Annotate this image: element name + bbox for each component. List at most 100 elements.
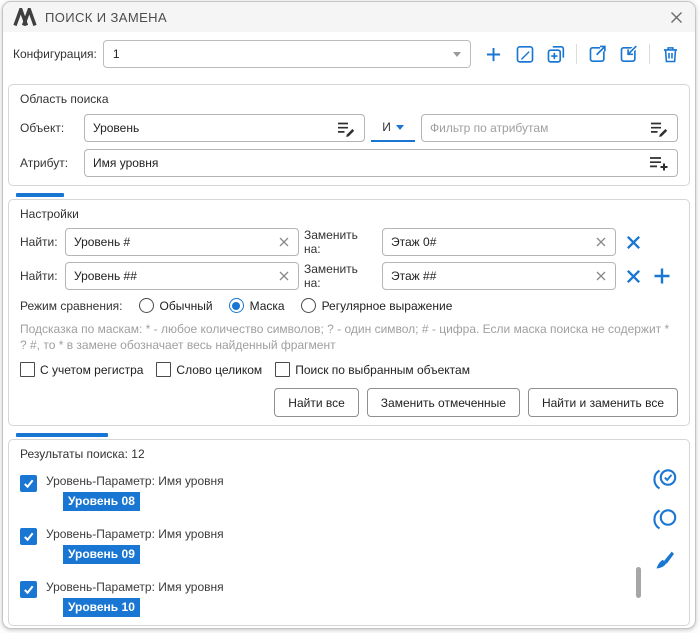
edit-configuration-icon[interactable]	[512, 42, 537, 67]
find-field[interactable]	[65, 262, 299, 290]
find-replace-row: Найти: Заменить на:	[20, 228, 678, 256]
replace-field[interactable]	[382, 262, 616, 290]
add-row-icon[interactable]	[650, 264, 674, 288]
checkbox-icon	[275, 362, 290, 377]
logic-operator-value: И	[382, 120, 391, 134]
checkbox-selected-objects[interactable]: Поиск по выбранным объектам	[275, 362, 470, 377]
results-title-label: Результаты поиска:	[20, 447, 128, 461]
chevron-down-icon	[396, 125, 404, 130]
results-scrollbar-thumb[interactable]	[636, 567, 641, 598]
options-row: С учетом регистра Слово целиком Поиск по…	[20, 362, 678, 377]
radio-mode-mask[interactable]: Маска	[229, 298, 285, 313]
result-label: Уровень-Параметр: Имя уровня	[46, 580, 224, 594]
remove-row-icon[interactable]	[621, 230, 645, 254]
chevron-down-icon	[453, 52, 461, 57]
clear-results-brush-icon[interactable]	[651, 546, 678, 573]
attribute-row: Атрибут:	[20, 149, 678, 177]
object-label: Объект:	[20, 121, 78, 135]
find-label: Найти:	[20, 235, 60, 249]
attribute-filter-field[interactable]	[421, 114, 678, 142]
check-all-icon[interactable]	[651, 466, 678, 493]
radio-selected-icon	[229, 298, 244, 313]
attribute-filter-input[interactable]	[430, 121, 643, 135]
title-bar: ПОИСК И ЗАМЕНА	[3, 2, 695, 32]
object-field[interactable]	[84, 114, 365, 142]
edit-list-icon[interactable]	[649, 119, 669, 137]
search-area-title: Область поиска	[20, 92, 678, 107]
result-label: Уровень-Параметр: Имя уровня	[46, 474, 224, 488]
replace-checked-button[interactable]: Заменить отмеченные	[367, 388, 520, 417]
result-checkbox-checked[interactable]	[20, 581, 37, 598]
result-checkbox-checked[interactable]	[20, 475, 37, 492]
remove-row-icon[interactable]	[621, 264, 645, 288]
find-all-button[interactable]: Найти все	[274, 388, 359, 417]
find-replace-row: Найти: Заменить на:	[20, 262, 678, 290]
add-list-icon[interactable]	[648, 154, 669, 172]
action-buttons-row: Найти все Заменить отмеченные Найти и за…	[20, 388, 678, 417]
result-label: Уровень-Параметр: Имя уровня	[46, 527, 224, 541]
replace-label: Заменить на:	[304, 262, 377, 290]
radio-icon	[139, 298, 154, 313]
attribute-input[interactable]	[93, 156, 642, 170]
replace-label: Заменить на:	[304, 228, 377, 256]
replace-input[interactable]	[391, 235, 589, 249]
results-side-toolbar	[651, 466, 678, 573]
duplicate-configuration-icon[interactable]	[543, 42, 568, 67]
settings-group: Настройки Найти: Заменить на: Найти:	[8, 199, 690, 426]
settings-accent-tab	[16, 193, 64, 197]
close-icon[interactable]	[670, 11, 683, 24]
results-group: Результаты поиска: 12 Уровень-Параметр: …	[8, 439, 690, 626]
configuration-input[interactable]	[113, 47, 453, 61]
uncheck-all-icon[interactable]	[651, 506, 678, 533]
results-accent-tab	[16, 433, 108, 437]
find-input[interactable]	[74, 269, 272, 283]
find-field[interactable]	[65, 228, 299, 256]
toolbar-separator	[649, 44, 650, 64]
search-area-group: Область поиска Объект: И	[8, 84, 690, 186]
clear-icon[interactable]	[278, 236, 290, 248]
settings-title: Настройки	[20, 207, 678, 222]
compare-mode-row: Режим сравнения: Обычный Маска Регулярно…	[20, 298, 678, 313]
add-configuration-icon[interactable]	[481, 42, 506, 67]
find-and-replace-all-button[interactable]: Найти и заменить все	[528, 388, 678, 417]
radio-mode-normal[interactable]: Обычный	[139, 298, 213, 313]
find-input[interactable]	[74, 235, 272, 249]
results-title: Результаты поиска: 12	[20, 447, 678, 462]
result-item: Уровень-Параметр: Имя уровня Уровень 09	[20, 527, 678, 564]
clear-icon[interactable]	[278, 270, 290, 282]
toolbar-separator	[576, 44, 577, 64]
results-count: 12	[131, 447, 144, 461]
clear-icon[interactable]	[595, 236, 607, 248]
checkbox-icon	[20, 362, 35, 377]
result-item: Уровень-Параметр: Имя уровня Уровень 10	[20, 580, 678, 617]
configuration-row: Конфигурация:	[3, 32, 695, 75]
result-checkbox-checked[interactable]	[20, 528, 37, 545]
attribute-label: Атрибут:	[20, 156, 78, 170]
result-highlighted-value: Уровень 09	[63, 545, 140, 564]
export-configuration-icon[interactable]	[585, 42, 610, 67]
configuration-combobox[interactable]	[103, 40, 471, 68]
checkbox-whole-word[interactable]: Слово целиком	[156, 362, 262, 377]
replace-input[interactable]	[391, 269, 589, 283]
delete-configuration-icon[interactable]	[658, 42, 683, 67]
find-label: Найти:	[20, 269, 60, 283]
replace-field[interactable]	[382, 228, 616, 256]
page-title: ПОИСК И ЗАМЕНА	[45, 10, 167, 25]
result-highlighted-value: Уровень 10	[63, 598, 140, 617]
app-logo-icon	[13, 8, 37, 26]
import-configuration-icon[interactable]	[616, 42, 641, 67]
checkbox-match-case[interactable]: С учетом регистра	[20, 362, 143, 377]
logic-operator-dropdown[interactable]: И	[371, 114, 415, 142]
edit-list-icon[interactable]	[336, 119, 356, 137]
clear-icon[interactable]	[595, 270, 607, 282]
radio-mode-regex[interactable]: Регулярное выражение	[301, 298, 453, 313]
search-replace-dialog: ПОИСК И ЗАМЕНА Конфигурация:	[2, 1, 696, 629]
configuration-label: Конфигурация:	[13, 47, 97, 61]
attribute-field[interactable]	[84, 149, 678, 177]
object-input[interactable]	[93, 121, 330, 135]
mask-hint-text: Подсказка по маскам: * - любое количеств…	[20, 321, 675, 353]
object-row: Объект: И	[20, 114, 678, 142]
result-item: Уровень-Параметр: Имя уровня Уровень 08	[20, 474, 678, 511]
checkbox-icon	[156, 362, 171, 377]
compare-mode-label: Режим сравнения:	[20, 299, 123, 313]
